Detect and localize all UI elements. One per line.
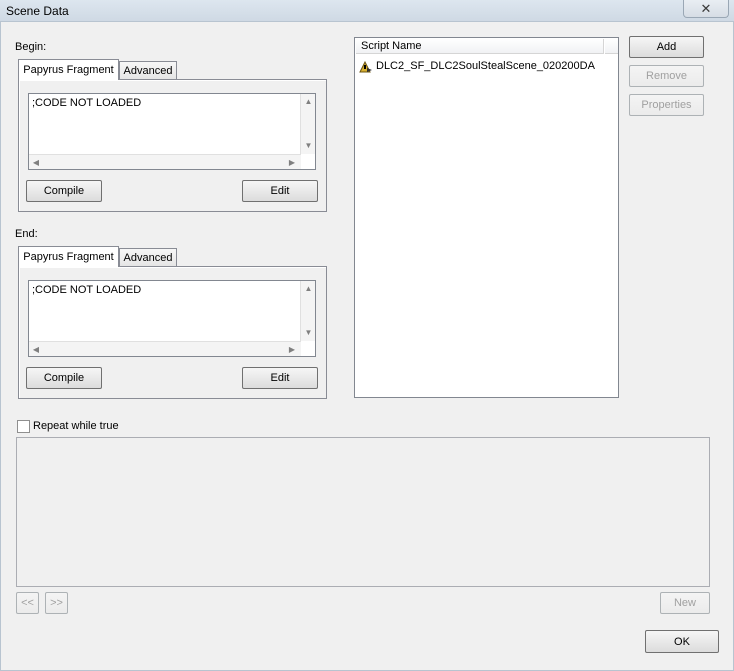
- scroll-left-icon[interactable]: ◀: [29, 155, 43, 170]
- script-item-name: DLC2_SF_DLC2SoulStealScene_020200DA: [376, 60, 595, 72]
- begin-panel: ;CODE NOT LOADED ▲ ▼ ◀ ▶ Compile Edit: [18, 79, 327, 212]
- script-name-column-header[interactable]: Script Name: [356, 39, 604, 54]
- close-button[interactable]: ✕: [683, 0, 729, 18]
- script-list[interactable]: Script Name DLC2_SF_DLC2SoulStealScene_0…: [354, 37, 619, 398]
- add-script-button[interactable]: Add: [629, 36, 704, 58]
- end-horizontal-scrollbar[interactable]: ◀ ▶: [29, 341, 301, 356]
- begin-horizontal-scrollbar[interactable]: ◀ ▶: [29, 154, 301, 169]
- window-title: Scene Data: [6, 4, 69, 18]
- title-bar: [0, 0, 734, 22]
- properties-button[interactable]: Properties: [629, 94, 704, 116]
- scroll-right-icon[interactable]: ▶: [285, 155, 299, 170]
- list-item[interactable]: DLC2_SF_DLC2SoulStealScene_020200DA: [357, 59, 615, 75]
- end-code-text: ;CODE NOT LOADED: [32, 284, 142, 296]
- end-panel: ;CODE NOT LOADED ▲ ▼ ◀ ▶ Compile Edit: [18, 266, 327, 399]
- scroll-right-icon[interactable]: ▶: [285, 342, 299, 357]
- column-header-filler: [605, 39, 618, 54]
- tab-label: Papyrus Fragment: [23, 64, 114, 76]
- end-vertical-scrollbar[interactable]: ▲ ▼: [300, 281, 315, 341]
- tab-end-advanced[interactable]: Advanced: [119, 248, 177, 267]
- begin-label: Begin:: [15, 41, 47, 53]
- tab-label: Advanced: [123, 252, 173, 264]
- remove-script-button[interactable]: Remove: [629, 65, 704, 87]
- end-compile-button[interactable]: Compile: [26, 367, 102, 389]
- tab-label: Papyrus Fragment: [23, 251, 114, 263]
- scroll-left-icon[interactable]: ◀: [29, 342, 43, 357]
- scroll-down-icon[interactable]: ▼: [301, 325, 316, 339]
- next-button[interactable]: >>: [45, 592, 68, 614]
- repeat-while-true-checkbox[interactable]: [17, 420, 30, 433]
- end-edit-button[interactable]: Edit: [242, 367, 318, 389]
- tab-begin-papyrus-fragment[interactable]: Papyrus Fragment: [18, 59, 119, 80]
- scroll-up-icon[interactable]: ▲: [301, 94, 316, 108]
- end-code-editor[interactable]: ;CODE NOT LOADED ▲ ▼ ◀ ▶: [28, 280, 316, 357]
- begin-compile-button[interactable]: Compile: [26, 180, 102, 202]
- end-label: End:: [15, 228, 38, 240]
- begin-code-editor[interactable]: ;CODE NOT LOADED ▲ ▼ ◀ ▶: [28, 93, 316, 170]
- tab-end-papyrus-fragment[interactable]: Papyrus Fragment: [18, 246, 119, 267]
- new-button[interactable]: New: [660, 592, 710, 614]
- ok-button[interactable]: OK: [645, 630, 719, 653]
- tab-label: Advanced: [123, 65, 173, 77]
- begin-vertical-scrollbar[interactable]: ▲ ▼: [300, 94, 315, 154]
- close-icon: ✕: [700, 0, 712, 16]
- previous-button[interactable]: <<: [16, 592, 39, 614]
- scroll-up-icon[interactable]: ▲: [301, 281, 316, 295]
- script-icon: [359, 60, 372, 73]
- condition-area[interactable]: [16, 437, 710, 587]
- repeat-while-true-label: Repeat while true: [33, 420, 119, 432]
- begin-edit-button[interactable]: Edit: [242, 180, 318, 202]
- begin-code-text: ;CODE NOT LOADED: [32, 97, 142, 109]
- tab-begin-advanced[interactable]: Advanced: [119, 61, 177, 80]
- scroll-down-icon[interactable]: ▼: [301, 138, 316, 152]
